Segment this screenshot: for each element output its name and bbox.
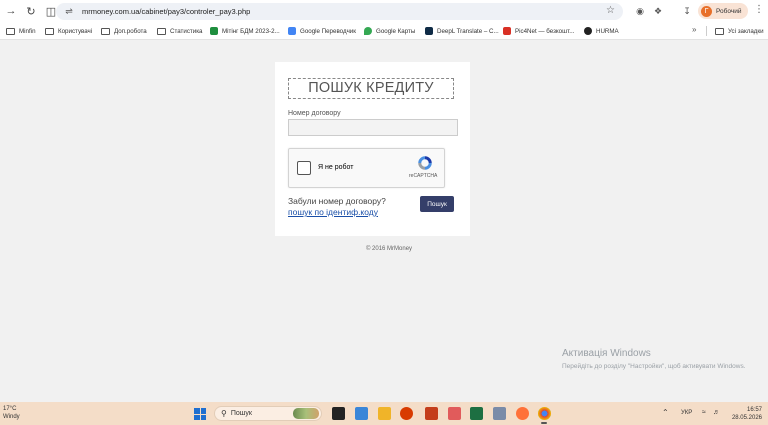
browser-toolbar: → ↻ ◫ ⇌ mrmoney.com.ua/cabinet/pay3/cont… bbox=[0, 0, 768, 22]
more-bookmarks-icon[interactable]: » bbox=[692, 25, 696, 34]
search-icon: ⚲ bbox=[221, 409, 227, 418]
screenshot-icon[interactable]: ◉ bbox=[633, 4, 647, 18]
folder-icon bbox=[6, 27, 15, 35]
opera-icon[interactable] bbox=[400, 407, 413, 420]
hurma-icon bbox=[584, 27, 592, 35]
pic4net-icon bbox=[503, 27, 511, 35]
wifi-icon[interactable]: ≈ bbox=[702, 409, 706, 416]
profile-button[interactable]: Г Робочий bbox=[698, 3, 748, 19]
page-footer: © 2016 MrMoney bbox=[365, 246, 413, 252]
bookmark-google-maps[interactable]: Google Карты bbox=[364, 25, 415, 37]
url-text[interactable]: mrmoney.com.ua/cabinet/pay3/controler_pa… bbox=[82, 7, 250, 16]
back-icon[interactable]: → bbox=[2, 2, 20, 20]
search-button[interactable]: Пошук bbox=[420, 196, 454, 212]
firefox-icon[interactable] bbox=[516, 407, 529, 420]
bookmark-pic4net[interactable]: Pic4Net — безкошт... bbox=[503, 25, 574, 37]
bookmark-statistics[interactable]: Статистика bbox=[157, 25, 203, 37]
windows-activation-watermark: Активація Windows Перейдіть до розділу "… bbox=[562, 348, 752, 372]
sheets-icon bbox=[210, 27, 218, 35]
maps-icon bbox=[364, 27, 372, 35]
reload-icon[interactable]: ↻ bbox=[22, 2, 40, 20]
language-indicator[interactable]: УКР bbox=[681, 410, 692, 416]
recaptcha-checkbox[interactable] bbox=[297, 161, 311, 175]
file-explorer-icon[interactable] bbox=[378, 407, 391, 420]
credit-search-card: ПОШУК КРЕДИТУ Номер договору Я не робот … bbox=[275, 62, 470, 236]
active-app-indicator bbox=[541, 422, 547, 424]
translate-icon bbox=[288, 27, 296, 35]
bookmark-meeting-sheet[interactable]: Мітінг БДМ 2023-2... bbox=[210, 25, 280, 37]
clock-time: 16:57 bbox=[746, 407, 762, 413]
bookmark-extra-work[interactable]: Доп.робота bbox=[101, 25, 147, 37]
kebab-menu-icon[interactable]: ⋮ bbox=[754, 5, 764, 15]
clock-date: 28.05.2026 bbox=[731, 415, 762, 421]
weather-widget[interactable]: 17°C Windy bbox=[3, 405, 20, 421]
bookmark-star-icon[interactable]: ☆ bbox=[606, 5, 615, 16]
all-bookmarks[interactable]: Усі закладки bbox=[715, 25, 764, 37]
bookmark-deepl[interactable]: DeepL Translate – С... bbox=[425, 25, 499, 37]
taskbar-search-label: Пошук bbox=[230, 410, 252, 417]
watermark-subtitle: Перейдіть до розділу "Настройки", щоб ак… bbox=[562, 363, 746, 370]
contract-number-label: Номер договору bbox=[288, 110, 341, 117]
app-icon[interactable] bbox=[493, 407, 506, 420]
tray-overflow-icon[interactable]: ⌃ bbox=[662, 408, 669, 417]
taskbar: 17°C Windy ⚲ Пошук ⌃ УКР ≈ ♬ 16:57 28.05… bbox=[0, 402, 768, 425]
bookmark-hurma[interactable]: HURMA bbox=[584, 25, 619, 37]
volume-icon[interactable]: ♬ bbox=[713, 409, 720, 416]
recaptcha-widget: Я не робот reCAPTCHA bbox=[288, 148, 445, 188]
copilot-icon[interactable] bbox=[355, 407, 368, 420]
recaptcha-label: Я не робот bbox=[318, 164, 354, 171]
watermark-title: Активація Windows bbox=[562, 348, 651, 359]
folder-icon bbox=[45, 27, 54, 35]
bookmark-google-translate[interactable]: Google Переводчик bbox=[288, 25, 356, 37]
folder-icon bbox=[101, 27, 110, 35]
powerpoint-icon[interactable] bbox=[425, 407, 438, 420]
recaptcha-logo-icon bbox=[418, 156, 432, 170]
folder-icon bbox=[715, 27, 724, 35]
address-bar[interactable]: ⇌ mrmoney.com.ua/cabinet/pay3/controler_… bbox=[56, 3, 623, 20]
site-info-icon[interactable]: ⇌ bbox=[62, 6, 76, 17]
avatar: Г bbox=[701, 5, 712, 17]
recaptcha-brand: reCAPTCHA bbox=[409, 173, 438, 179]
bookmark-minfin[interactable]: Minfin bbox=[6, 25, 36, 37]
contract-number-input[interactable] bbox=[288, 119, 458, 136]
chrome-icon[interactable] bbox=[538, 407, 551, 420]
forgot-contract-text: Забули номер договору? bbox=[288, 196, 386, 206]
image-viewer-icon[interactable] bbox=[448, 407, 461, 420]
extensions-icon[interactable]: ❖ bbox=[651, 4, 665, 18]
search-highlight-image bbox=[293, 408, 319, 419]
temperature: 17°C bbox=[3, 406, 17, 412]
bookmarks-divider bbox=[706, 26, 707, 36]
task-view-icon[interactable] bbox=[332, 407, 345, 420]
profile-name: Робочий bbox=[716, 7, 742, 15]
bookmarks-bar: Minfin Користувачі Доп.робота Статистика… bbox=[0, 22, 768, 40]
windows-logo-icon bbox=[194, 408, 200, 414]
taskbar-search[interactable]: ⚲ Пошук bbox=[214, 406, 322, 421]
download-icon[interactable]: ↧ bbox=[680, 4, 694, 18]
weather-condition: Windy bbox=[3, 414, 20, 420]
search-by-id-link[interactable]: пошук по ідентиф.коду bbox=[288, 207, 378, 217]
page-title: ПОШУК КРЕДИТУ bbox=[288, 78, 454, 99]
deepl-icon bbox=[425, 27, 433, 35]
excel-icon[interactable] bbox=[470, 407, 483, 420]
folder-icon bbox=[157, 27, 166, 35]
start-button[interactable] bbox=[194, 408, 206, 420]
bookmark-users[interactable]: Користувачі bbox=[45, 25, 92, 37]
system-clock[interactable]: 16:57 28.05.2026 bbox=[728, 406, 762, 422]
